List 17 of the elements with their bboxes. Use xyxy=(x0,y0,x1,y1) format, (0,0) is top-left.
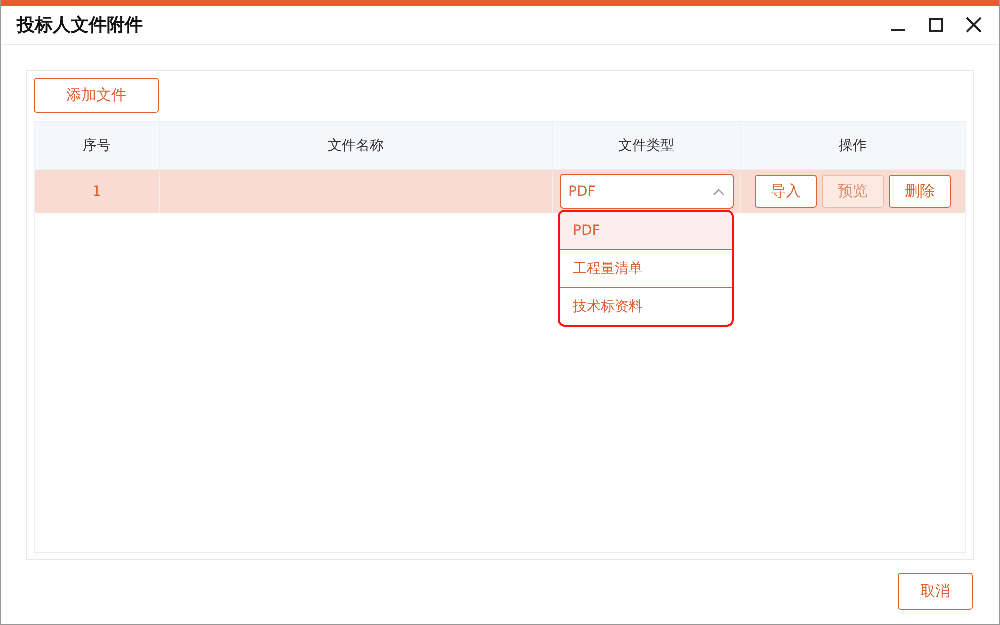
window-title: 投标人文件附件 xyxy=(17,14,143,37)
column-header: 文件类型 xyxy=(553,122,741,169)
column-header: 操作 xyxy=(838,136,868,156)
action-button[interactable]: 导入 xyxy=(755,175,817,208)
dropdown-option[interactable]: 工程量清单 xyxy=(560,250,732,288)
column-header: 序号 xyxy=(35,122,160,169)
caret-icon xyxy=(712,188,724,196)
index-cell: 1 xyxy=(35,170,160,213)
dropdown-option[interactable]: 技术标资料 xyxy=(560,288,732,325)
dropdown-option[interactable]: PDF xyxy=(560,212,732,250)
column-header: 文件名称 xyxy=(160,122,553,169)
file-type-select[interactable]: PDF xyxy=(560,174,734,209)
action-button[interactable]: 删除 xyxy=(889,175,951,208)
cancel-button[interactable]: 取消 xyxy=(898,573,973,610)
close-icon[interactable] xyxy=(966,17,982,33)
maximize-icon[interactable] xyxy=(928,17,944,33)
add-file-button[interactable]: 添加文件 xyxy=(34,78,159,113)
